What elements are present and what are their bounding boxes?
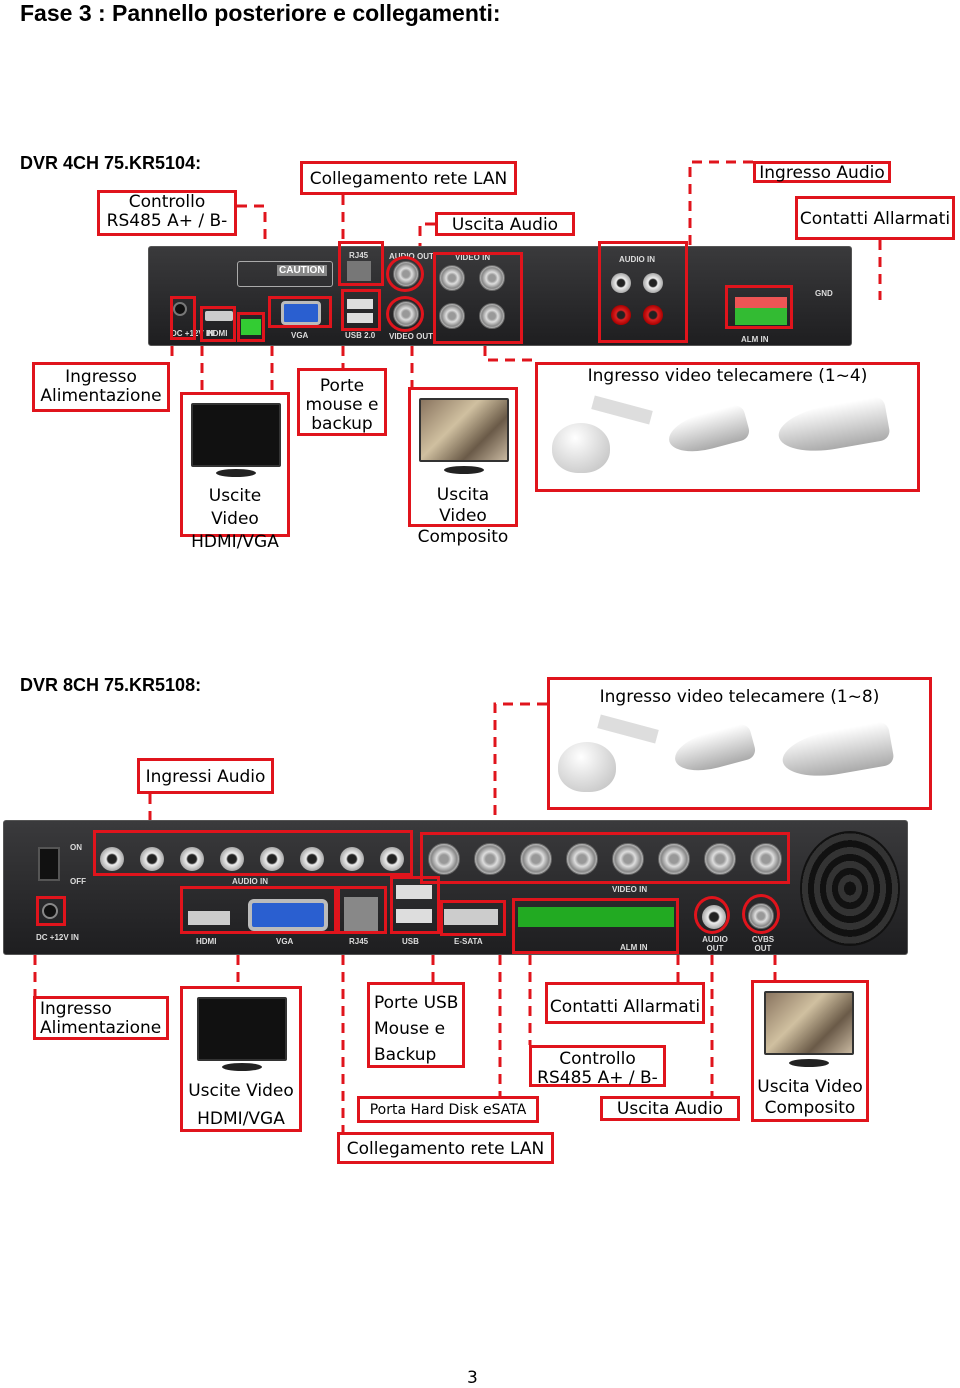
power-switch	[38, 847, 60, 881]
video-out-label: VIDEO OUT	[389, 332, 434, 341]
hdmi-vga-text: Uscite Video HDMI/VGA	[191, 486, 279, 552]
dvr8-hdmi-vga-label: Uscite Video HDMI/VGA	[180, 986, 302, 1132]
monitor-image	[419, 398, 509, 462]
usb-label: USB 2.0	[345, 331, 376, 340]
vga-label: VGA	[276, 937, 294, 946]
monitor-image	[191, 403, 281, 467]
video-in-label: VIDEO IN	[612, 885, 648, 894]
audio-out-label: AUDIO OUT	[702, 935, 728, 953]
cvbs-out-label: CVBS OUT	[751, 935, 775, 953]
dvr4-lan-label: Collegamento rete LAN	[300, 161, 517, 195]
composite-text: Uscita Video Composito	[757, 1077, 863, 1118]
esata-label: E-SATA	[454, 937, 483, 946]
dvr4-heading: DVR 4CH 75.KR5104:	[20, 153, 202, 173]
dvr8-lan-label: Collegamento rete LAN	[337, 1132, 554, 1164]
caution-label: CAUTION	[277, 265, 327, 276]
vga-label: VGA	[291, 331, 309, 340]
dvr8-alarm-label: Contatti Allarmati	[545, 982, 705, 1024]
usb-label: USB	[402, 937, 419, 946]
monitor-image	[197, 997, 287, 1061]
monitor-image	[764, 991, 854, 1055]
dvr4-rs485-label: Controllo RS485 A+ / B-	[97, 190, 237, 236]
dvr8-composite-label: Uscita Video Composito	[751, 980, 869, 1122]
dc-label: DC +12V IN	[36, 933, 79, 942]
hdmi-vga-text: Uscite Video HDMI/VGA	[188, 1081, 294, 1129]
dvr8-cameras-label: Ingresso video telecamere (1~8)	[547, 677, 932, 810]
rj45-label: RJ45	[349, 937, 369, 946]
alarm-label: ALM IN	[741, 335, 769, 344]
dvr8-heading: DVR 8CH 75.KR5108:	[20, 675, 202, 695]
dvr8-rs485-label: Controllo RS485 A+ / B-	[529, 1045, 666, 1088]
fan-grille	[800, 831, 900, 946]
dvr4-mouse-label: Porte mouse e backup	[297, 368, 387, 436]
dvr8-usb-label: Porte USB Mouse e Backup	[367, 982, 465, 1068]
dvr4-alarm-label: Contatti Allarmati	[795, 196, 955, 240]
hdmi-label: HDMI	[196, 937, 217, 946]
dvr4-audio-out-label: Uscita Audio	[435, 212, 575, 236]
dvr4-cameras-label: Ingresso video telecamere (1~4)	[535, 362, 920, 492]
page-title: Fase 3 : Pannello posteriore e collegame…	[20, 0, 501, 26]
gnd-label: GND	[815, 289, 833, 298]
cameras-text: Ingresso video telecamere (1~4)	[587, 366, 868, 386]
dvr8-audio-out-label: Uscita Audio	[600, 1096, 740, 1121]
dvr4-hdmi-vga-label: Uscite Video HDMI/VGA	[180, 392, 290, 552]
on-label: ON	[70, 843, 82, 852]
off-label: OFF	[70, 877, 86, 886]
cameras-text: Ingresso video telecamere (1~8)	[599, 687, 880, 707]
dvr4-composite-label: Uscita Video Composito	[408, 387, 518, 547]
dvr8-esata-label: Porta Hard Disk eSATA	[357, 1096, 539, 1123]
composite-text: Uscita Video Composito	[417, 485, 509, 547]
dvr8-audio-in-label: Ingressi Audio	[137, 758, 274, 794]
dvr4-power-label: Ingresso Alimentazione	[32, 362, 170, 412]
dvr8-power-label: Ingresso Alimentazione	[33, 996, 169, 1040]
page-number: 3	[467, 1368, 478, 1388]
audio-in-label: AUDIO IN	[232, 877, 268, 886]
dvr4-audio-in-label: Ingresso Audio	[753, 161, 891, 183]
